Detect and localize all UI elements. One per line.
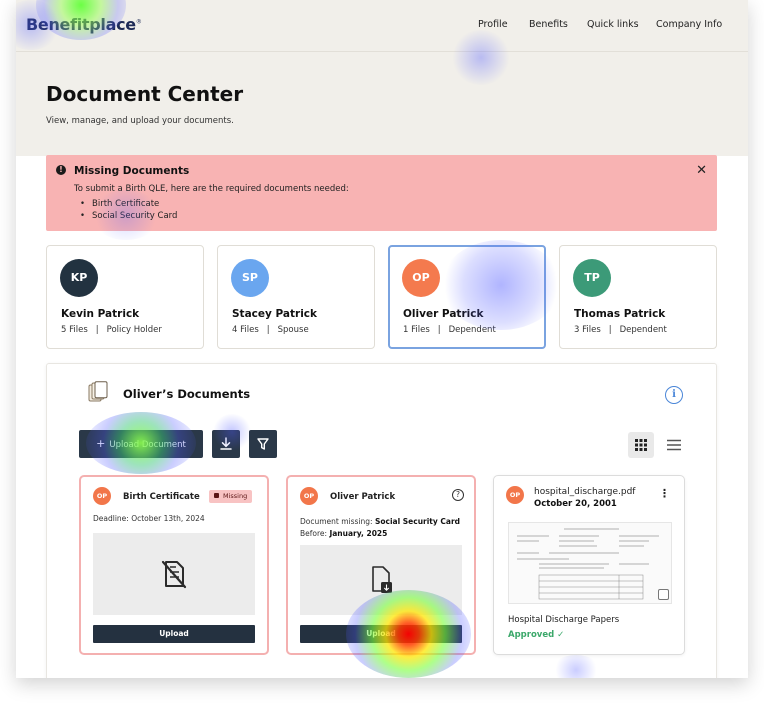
warning-icon <box>214 493 219 498</box>
nav-link-quick-links[interactable]: Quick links <box>587 19 639 30</box>
alert-text: To submit a Birth QLE, here are the requ… <box>74 184 349 194</box>
card-preview <box>300 545 462 615</box>
member-file-count: 3 Files <box>574 325 601 335</box>
alert-title: Missing Documents <box>74 165 190 177</box>
documents-icon <box>88 381 108 402</box>
upload-document-button[interactable]: + Upload Document <box>79 430 203 458</box>
missing-prefix: Document missing: <box>300 517 375 526</box>
document-card-birth-certificate[interactable]: OP Birth Certificate Missing Deadline: O… <box>79 475 269 655</box>
brand-logo-text: Benefitplace <box>26 15 136 34</box>
member-role: Spouse <box>277 325 309 335</box>
documents-panel: Oliver’s Documents i + Upload Document O… <box>46 363 717 678</box>
avatar: TP <box>573 259 611 297</box>
before-prefix: Before: <box>300 529 330 538</box>
documents-title: Oliver’s Documents <box>123 387 251 401</box>
member-file-count: 1 Files <box>403 325 430 335</box>
approved-status: Approved ✓ <box>508 630 565 640</box>
page-subtitle: View, manage, and upload your documents. <box>46 116 234 126</box>
missing-badge: Missing <box>209 490 253 503</box>
avatar: OP <box>300 487 318 505</box>
more-options-icon[interactable]: ⋮ <box>659 488 670 499</box>
member-role: Dependent <box>448 325 496 335</box>
info-icon[interactable]: i <box>665 386 683 404</box>
grid-view-toggle[interactable] <box>628 432 654 458</box>
member-meta: 5 Files | Policy Holder <box>61 325 162 335</box>
card-missing-line: Document missing: Social Security Card <box>300 517 460 526</box>
upload-button[interactable]: Upload <box>300 625 462 643</box>
member-card-kevin[interactable]: KP Kevin Patrick 5 Files | Policy Holder <box>46 245 204 349</box>
card-deadline: Deadline: October 13th, 2024 <box>93 514 205 523</box>
member-separator: | <box>608 325 612 335</box>
close-icon[interactable]: ✕ <box>696 163 707 178</box>
avatar: SP <box>231 259 269 297</box>
member-meta: 3 Files | Dependent <box>574 325 667 335</box>
member-separator: | <box>95 325 99 335</box>
upload-button[interactable]: Upload <box>93 625 255 643</box>
document-upload-icon <box>372 566 392 593</box>
card-preview <box>93 533 255 615</box>
card-title: Birth Certificate <box>123 492 200 502</box>
member-name: Kevin Patrick <box>61 308 140 320</box>
card-before-line: Before: January, 2025 <box>300 529 387 538</box>
document-type: Hospital Discharge Papers <box>508 615 620 625</box>
member-file-count: 4 Files <box>232 325 259 335</box>
no-document-icon <box>161 560 187 589</box>
grid-icon <box>635 439 647 451</box>
brand-logo-mark: ® <box>135 18 142 26</box>
avatar: OP <box>506 486 524 504</box>
page-title: Document Center <box>46 82 244 106</box>
card-title: Oliver Patrick <box>330 492 396 502</box>
document-card-hospital-discharge[interactable]: OP hospital_discharge.pdf October 20, 20… <box>493 475 685 655</box>
document-thumbnail <box>508 522 672 604</box>
app-window: Benefitplace® Profile Benefits Quick lin… <box>16 0 748 678</box>
select-checkbox[interactable] <box>658 589 669 600</box>
document-card-social-security[interactable]: OP Oliver Patrick ? Document missing: So… <box>286 475 476 655</box>
filter-icon <box>257 438 269 450</box>
member-separator: | <box>266 325 270 335</box>
download-button[interactable] <box>212 430 240 458</box>
document-preview-image <box>517 528 659 600</box>
member-meta: 1 Files | Dependent <box>403 325 496 335</box>
member-card-stacey[interactable]: SP Stacey Patrick 4 Files | Spouse <box>217 245 375 349</box>
missing-documents-alert: ! Missing Documents To submit a Birth QL… <box>46 155 717 231</box>
list-view-toggle[interactable] <box>661 432 687 458</box>
member-meta: 4 Files | Spouse <box>232 325 309 335</box>
nav-link-benefits[interactable]: Benefits <box>529 19 568 30</box>
avatar: OP <box>402 259 440 297</box>
member-card-oliver[interactable]: OP Oliver Patrick 1 Files | Dependent <box>388 245 546 349</box>
missing-badge-label: Missing <box>223 492 248 500</box>
member-role: Dependent <box>619 325 667 335</box>
alert-required-list: Birth Certificate Social Security Card <box>80 198 177 222</box>
plus-icon: + <box>96 437 106 450</box>
member-file-count: 5 Files <box>61 325 88 335</box>
member-card-thomas[interactable]: TP Thomas Patrick 3 Files | Dependent <box>559 245 717 349</box>
member-name: Oliver Patrick <box>403 308 484 320</box>
file-name: hospital_discharge.pdf <box>534 487 636 497</box>
top-navigation: Benefitplace® Profile Benefits Quick lin… <box>16 0 748 52</box>
avatar: OP <box>93 487 111 505</box>
member-name: Stacey Patrick <box>232 308 318 320</box>
list-icon <box>667 439 681 451</box>
filter-button[interactable] <box>249 430 277 458</box>
avatar: KP <box>60 259 98 297</box>
download-icon <box>220 437 232 450</box>
before-date: January, 2025 <box>329 529 388 538</box>
help-icon[interactable]: ? <box>452 489 464 501</box>
upload-document-label: Upload Document <box>109 440 186 450</box>
exclamation-icon: ! <box>56 165 66 175</box>
alert-list-item: Social Security Card <box>80 210 177 222</box>
member-name: Thomas Patrick <box>574 308 666 320</box>
member-separator: | <box>437 325 441 335</box>
nav-link-company-info[interactable]: Company Info <box>656 19 722 30</box>
nav-link-profile[interactable]: Profile <box>478 19 508 30</box>
brand-logo[interactable]: Benefitplace® <box>26 15 142 34</box>
missing-document-name: Social Security Card <box>374 517 461 526</box>
member-role: Policy Holder <box>106 325 162 335</box>
file-date: October 20, 2001 <box>534 499 617 509</box>
alert-list-item: Birth Certificate <box>80 198 177 210</box>
